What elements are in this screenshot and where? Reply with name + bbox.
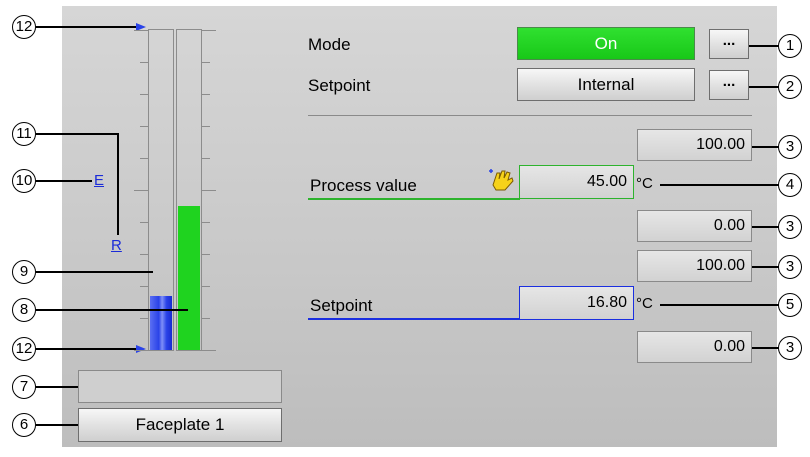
setpoint-low-limit[interactable]: 0.00 [637,331,752,363]
scale-tick [140,158,148,159]
scale-tick [202,158,210,159]
process-value-field: 45.00 [519,165,634,199]
scale-tick [202,126,210,127]
leader-7 [36,386,78,388]
scale-tick [202,222,210,223]
process-value-low-limit[interactable]: 0.00 [637,210,752,242]
leader-8 [36,309,188,311]
leader-12-bottom [36,348,136,350]
callout-9: 9 [12,260,36,284]
external-setpoint-marker[interactable]: E [94,172,104,189]
scale-tick [140,94,148,95]
callout-7: 7 [12,375,36,399]
leader-12-top [36,26,136,28]
callout-1: 1 [778,34,802,58]
scale-tick [202,94,210,95]
setpoint-underline [308,318,520,320]
leader-3a [752,146,779,148]
setpoint-more-button[interactable]: ... [709,70,749,100]
setpoint-bar [150,296,172,350]
callout-3a: 3 [778,135,802,159]
process-value-high-limit[interactable]: 100.00 [637,129,752,161]
leader-11 [36,133,118,135]
callout-10: 10 [12,169,36,193]
mode-button[interactable]: On [517,27,695,60]
leader-3d [752,347,779,349]
separator [308,115,752,116]
mode-label: Mode [308,35,351,54]
faceplate-button[interactable]: Faceplate 1 [78,408,282,442]
leader-4 [660,184,779,186]
scale-tick [140,62,148,63]
leader-6 [36,424,78,426]
mode-more-button[interactable]: ... [709,29,749,59]
scale-tick [134,190,148,191]
setpoint-unit: °C [636,295,653,312]
setpoint-label: Setpoint [310,296,373,315]
leader-9 [36,271,153,273]
scale-tick [140,222,148,223]
manual-hand-icon[interactable] [487,165,517,193]
scale-tick [140,126,148,127]
scale-tick [140,254,148,255]
callout-2: 2 [778,75,802,99]
scale-tick [134,350,148,351]
callout-12-bottom: 12 [12,337,36,361]
leader-5 [660,304,779,306]
callout-3b: 3 [778,215,802,239]
leader-3c [752,266,779,268]
callout-3d: 3 [778,336,802,360]
leader-1 [749,45,779,47]
scale-tick [202,350,216,351]
scale-tick [202,318,210,319]
leader-2 [749,86,779,88]
leader-11-vertical [117,133,119,235]
scale-tick [140,286,148,287]
internal-setpoint-marker[interactable]: R [111,237,122,254]
scale-tick [202,30,216,31]
scale-tick [202,254,210,255]
setpoint-high-limit[interactable]: 100.00 [637,250,752,282]
scale-tick [140,318,148,319]
process-value-label: Process value [310,176,417,195]
leader-3b [752,226,779,228]
process-value-underline [308,198,520,200]
scale-tick [202,62,210,63]
process-value-unit: °C [636,175,653,192]
lower-limit-marker [136,345,146,353]
callout-3c: 3 [778,255,802,279]
callout-5: 5 [778,293,802,317]
setpoint-source-button[interactable]: Internal [517,68,695,101]
status-field [78,370,282,403]
scale-tick [202,286,210,287]
process-value-bar [178,206,200,350]
leader-10 [36,180,92,182]
callout-12-top: 12 [12,15,36,39]
setpoint-source-label: Setpoint [308,76,371,95]
scale-tick [134,30,148,31]
callout-8: 8 [12,298,36,322]
callout-4: 4 [778,173,802,197]
callout-11: 11 [12,122,36,146]
callout-6: 6 [12,413,36,437]
scale-tick [202,190,216,191]
setpoint-field[interactable]: 16.80 [519,286,634,320]
